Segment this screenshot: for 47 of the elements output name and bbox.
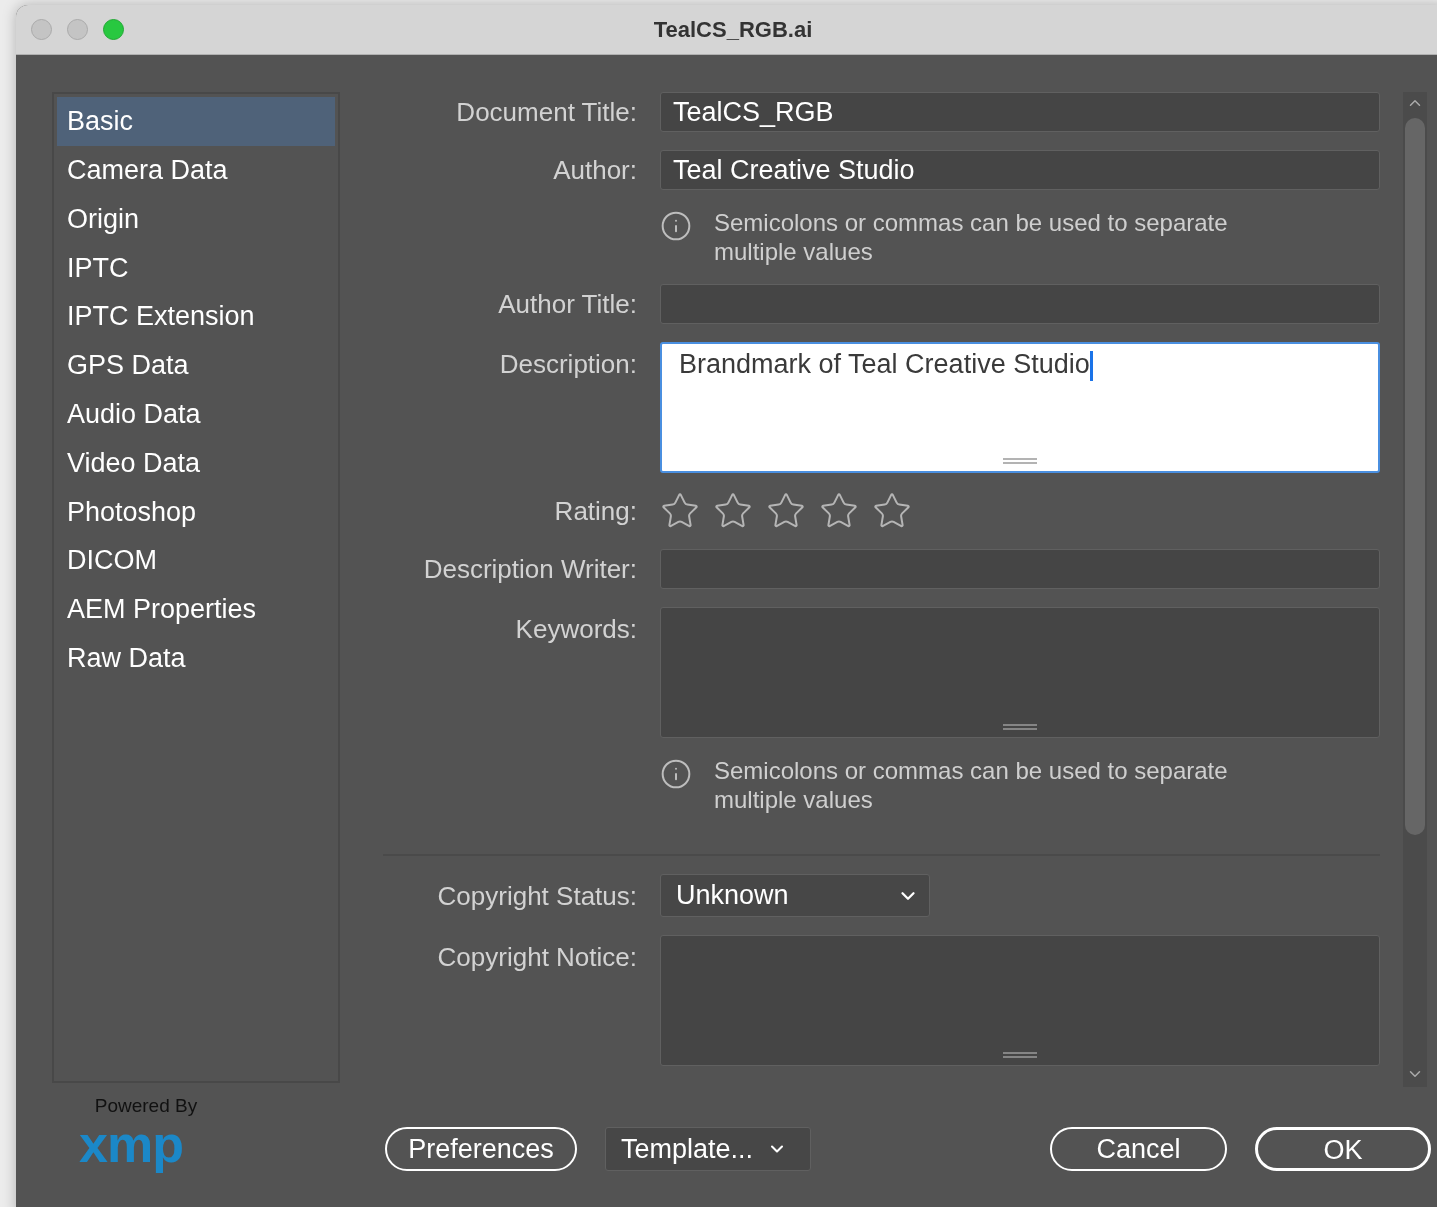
field-label: Author Title: [498,288,637,320]
xmp-logo: xmp [79,1117,183,1171]
field-label: Copyright Notice: [437,941,637,973]
field-label: Description Writer: [423,553,637,585]
close-window-button[interactable] [31,19,52,40]
minimize-window-button[interactable] [67,19,88,40]
text-field[interactable]: Teal Creative Studio [660,150,1380,190]
window-title: TealCS_RGB.ai [653,16,813,44]
field-label: Keywords: [515,613,637,645]
powered-by-text: Powered By [94,1095,198,1117]
field-label: Document Title: [456,96,637,128]
info-icon [660,210,692,242]
zoom-window-button[interactable] [103,19,124,40]
template-menu-button[interactable]: Template... [605,1127,811,1171]
category-item[interactable]: Basic [57,97,335,146]
category-item[interactable]: Origin [57,194,335,244]
category-item[interactable]: Raw Data [57,633,335,683]
pill-button[interactable]: Cancel [1050,1127,1227,1171]
info-icon [660,758,692,790]
hint-text: Semicolons or commas can be used to separate multiple values [714,208,1229,266]
category-item[interactable]: Video Data [57,438,335,488]
scrollbar-thumb[interactable] [1405,118,1425,835]
text-caret [1089,350,1093,381]
resize-grip-icon[interactable] [1002,457,1038,465]
category-item[interactable]: IPTC Extension [57,292,335,341]
category-item[interactable]: Camera Data [57,145,335,195]
ok-button[interactable]: OK [1255,1127,1431,1171]
category-item[interactable]: AEM Properties [57,584,335,634]
category-item[interactable]: Audio Data [57,389,335,439]
status-dropdown[interactable]: Unknown [660,874,930,917]
text-field[interactable] [660,284,1380,324]
resize-grip-icon[interactable] [1002,723,1038,731]
field-label: Description: [499,348,637,380]
category-item[interactable]: Photoshop [57,487,335,537]
hint-text: Semicolons or commas can be used to separate multiple values [714,756,1229,814]
text-field[interactable] [660,549,1380,589]
category-item[interactable]: GPS Data [57,341,335,390]
category-item[interactable]: DICOM [57,536,335,585]
category-item[interactable]: IPTC [57,243,335,293]
field-label: Rating: [554,495,637,527]
scrollbar[interactable] [1403,92,1427,1087]
resize-grip-icon[interactable] [1002,1051,1038,1059]
text-area[interactable]: Brandmark of Teal Creative Studio [660,342,1380,473]
pill-button[interactable]: Preferences [385,1127,577,1171]
field-label: Author: [553,154,637,186]
text-field[interactable]: TealCS_RGB [660,92,1380,132]
field-label: Copyright Status: [437,879,637,912]
